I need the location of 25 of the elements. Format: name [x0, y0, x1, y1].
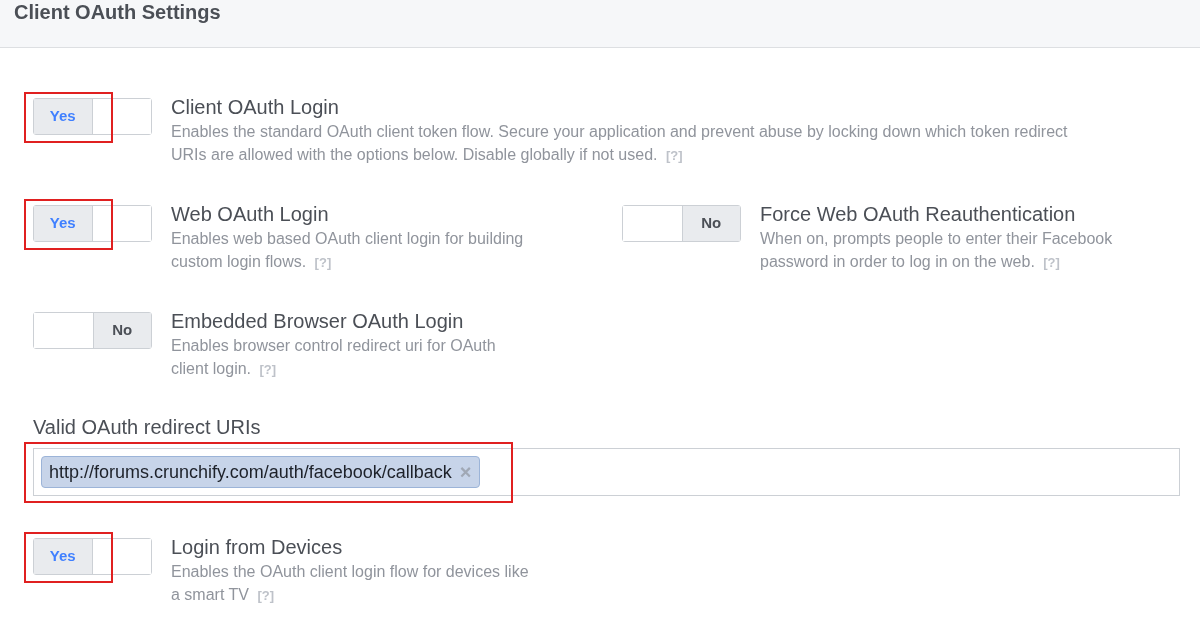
setting-title: Client OAuth Login	[171, 95, 340, 120]
toggle-switch[interactable]: Yes	[33, 538, 152, 575]
setting-description: Enables web based OAuth client login for building custom login flows. [?]	[171, 229, 525, 272]
setting-title: Force Web OAuth Reauthentication	[760, 202, 1077, 227]
uri-tag: http://forums.crunchify.com/auth/facebook/callback ×	[41, 456, 480, 488]
setting-title: Embedded Browser OAuth Login	[171, 309, 465, 334]
setting-description: Enables the OAuth client login flow for devices like a smart TV [?]	[171, 562, 530, 605]
help-link[interactable]: [?]	[314, 255, 332, 270]
field-label: Valid OAuth redirect URIs	[33, 415, 262, 439]
section-title: Client OAuth Settings	[14, 0, 221, 24]
setting-title: Web OAuth Login	[171, 202, 330, 227]
setting-description: Enables the standard OAuth client token flow. Secure your application and prevent abuse by locking down which token redirect URIs are allowed with the options below. Disable globally if not used. [?]	[171, 122, 1069, 165]
toggle-switch[interactable]: No	[33, 312, 152, 349]
help-link[interactable]: [?]	[665, 148, 683, 163]
toggle-switch[interactable]: Yes	[33, 98, 152, 135]
help-link[interactable]: [?]	[257, 588, 274, 603]
remove-icon[interactable]: ×	[459, 457, 472, 487]
toggle-switch[interactable]: No	[622, 205, 741, 242]
setting-description: When on, prompts people to enter their Facebook password in order to log in on the web. [?]	[760, 229, 1114, 272]
toggle-switch[interactable]: Yes	[33, 205, 152, 242]
setting-title: Login from Devices	[171, 535, 344, 560]
help-link[interactable]: [?]	[1043, 255, 1060, 270]
help-link[interactable]: [?]	[259, 362, 277, 377]
setting-description: Enables browser control redirect uri for OAuth client login. [?]	[171, 336, 497, 379]
uri-input-field[interactable]: http://forums.crunchify.com/auth/facebook/callback ×	[33, 448, 1180, 496]
